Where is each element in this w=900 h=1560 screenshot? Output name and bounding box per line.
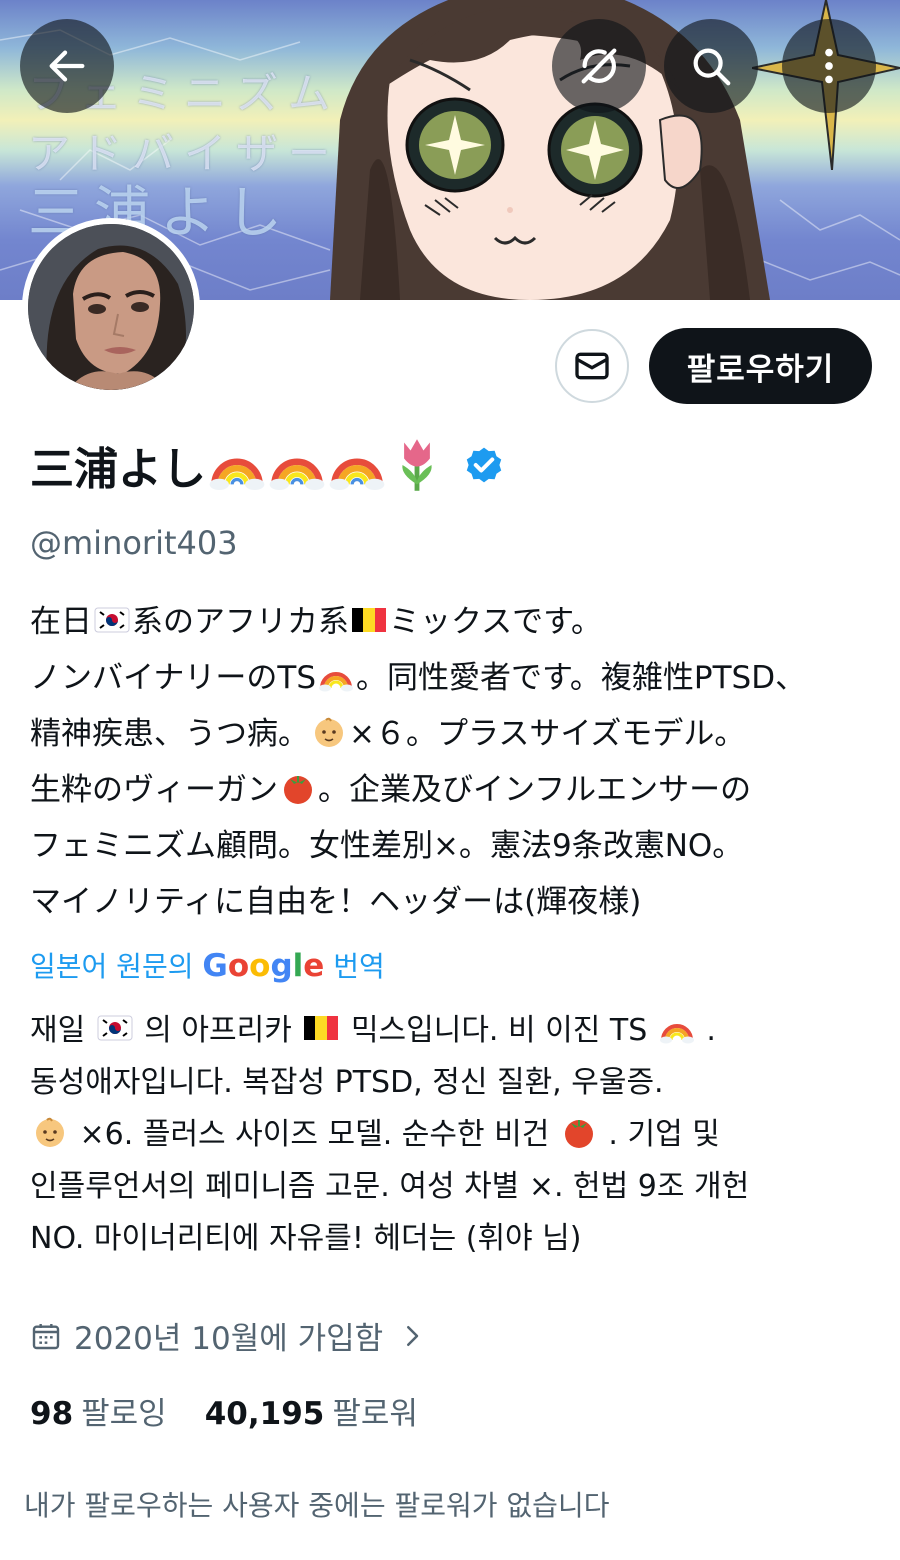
bio-text: . 기업 및 [608, 1117, 720, 1152]
belgium-flag-icon [352, 608, 386, 632]
rainbow-icon [329, 458, 385, 490]
bio-line: フェミニズム顧問。女性差別×。憲法9条改憲NO。 [30, 828, 744, 864]
bio-line: ノンバイナリーのTS 。同性愛者です。複雑性PTSD、 [30, 650, 890, 706]
display-name: 三浦よし [30, 444, 206, 495]
bio-line: ×6. 플러스 사이즈 모델. 순수한 비건 . 기업 및 [30, 1109, 890, 1161]
translate-link[interactable]: 일본어 원문의 Google 번역 [30, 945, 385, 985]
tomato-icon [564, 1120, 593, 1148]
bio-line: 精神疾患、うつ病。 ×６。プラスサイズモデル。 [30, 706, 890, 762]
avatar-portrait [28, 224, 194, 390]
bio-line: 동성애자입니다. 복잡성 PTSD, 정신 질환, 우울증. [30, 1065, 664, 1100]
south-korea-flag-icon [97, 1015, 133, 1041]
bio-text: 。企業及びインフルエンサーの [318, 772, 752, 808]
bio-line: 生粋のヴィーガン 。企業及びインフルエンサーの [30, 762, 890, 818]
bio-japanese: 在日 系のアフリカ系 ミックスです。 ノンバイナリーのTS 。同性愛者です。複雑性PT… [30, 594, 890, 930]
more-options-button[interactable] [782, 19, 876, 113]
bio-line: 재일 의 아프리카 믹스입니다. 비 이진 TS . [30, 1005, 890, 1057]
arrow-left-icon [49, 50, 85, 82]
bio-text: 의 아프리카 [144, 1013, 292, 1048]
bio-text: 。同性愛者です。複雑性PTSD、 [356, 660, 807, 696]
message-button[interactable] [555, 329, 629, 403]
follow-stats: 98 팔로잉 40,195 팔로워 [30, 1388, 456, 1433]
tomato-icon [284, 776, 312, 804]
rainbow-icon [659, 1024, 694, 1044]
mutual-followers-note: 내가 팔로우하는 사용자 중에는 팔로워가 없습니다 [24, 1489, 610, 1522]
translate-suffix: 번역 [333, 950, 385, 983]
profile-avatar[interactable] [22, 218, 200, 396]
verified-badge-icon [466, 447, 502, 483]
chevron-right-icon [407, 1325, 419, 1346]
bio-text: ×6. 플러스 사이즈 모델. 순수한 비건 [79, 1117, 550, 1152]
following-label: 팔로잉 [81, 1396, 167, 1432]
bio-text: . [706, 1013, 716, 1048]
bio-text: 재일 [30, 1013, 86, 1048]
rainbow-icon [319, 672, 353, 692]
belgium-flag-icon [304, 1016, 339, 1040]
bio-line: マイノリティに自由を！ヘッダーは(輝夜様) [30, 884, 642, 920]
joined-date-row[interactable]: 2020년 10월에 가입함 [30, 1313, 427, 1358]
bio-text: ×６。プラスサイズモデル。 [349, 716, 746, 752]
followers-stat-link[interactable]: 40,195 팔로워 [205, 1388, 418, 1433]
grok-button[interactable] [552, 19, 646, 113]
followers-label: 팔로워 [332, 1396, 418, 1432]
bio-text: 系のアフリカ系 [132, 604, 349, 640]
search-icon [693, 48, 731, 86]
south-korea-flag-icon [94, 607, 130, 633]
translate-prefix: 일본어 원문의 [30, 950, 194, 983]
bio-text: 믹스입니다. 비 이진 TS [350, 1013, 648, 1048]
baby-icon [315, 717, 343, 747]
back-button[interactable] [20, 19, 114, 113]
slash-circle-icon [581, 48, 617, 84]
bio-text: ノンバイナリーのTS [30, 660, 316, 696]
google-logo: Google [202, 948, 325, 984]
bio-text: 生粋のヴィーガン [30, 772, 278, 808]
bio-line: 在日 系のアフリカ系 ミックスです。 [30, 594, 890, 650]
rainbow-icon [269, 458, 325, 490]
bio-text: 在日 [30, 604, 92, 640]
bio-text: ミックスです。 [389, 604, 602, 640]
followers-count: 40,195 [204, 1396, 325, 1432]
profile-name-row: 三浦よし [30, 432, 506, 498]
more-vertical-icon [825, 48, 833, 84]
following-stat-link[interactable]: 98 팔로잉 [30, 1388, 167, 1433]
calendar-icon [32, 1323, 60, 1349]
tulip-icon [402, 439, 432, 491]
bio-text: 精神疾患、うつ病。 [30, 716, 309, 752]
profile-handle: @minorit403 [30, 524, 238, 562]
joined-date-text: 2020년 10월에 가입함 [74, 1321, 384, 1357]
rainbow-icon [209, 458, 265, 490]
bio-line: 인플루언서의 페미니즘 고문. 여성 차별 ×. 헌법 9조 개헌 [30, 1169, 750, 1204]
search-button[interactable] [664, 19, 758, 113]
bio-line: NO. 마이너리티에 자유를! 헤더는 (휘야 님) [30, 1221, 582, 1256]
bio-korean-translation: 재일 의 아프리카 믹스입니다. 비 이진 TS . 동성애자입니다. 복잡성 … [30, 1005, 890, 1265]
following-count: 98 [30, 1396, 74, 1432]
follow-button[interactable]: 팔로우하기 [649, 328, 872, 404]
envelope-icon [575, 352, 609, 380]
baby-icon [36, 1117, 64, 1147]
